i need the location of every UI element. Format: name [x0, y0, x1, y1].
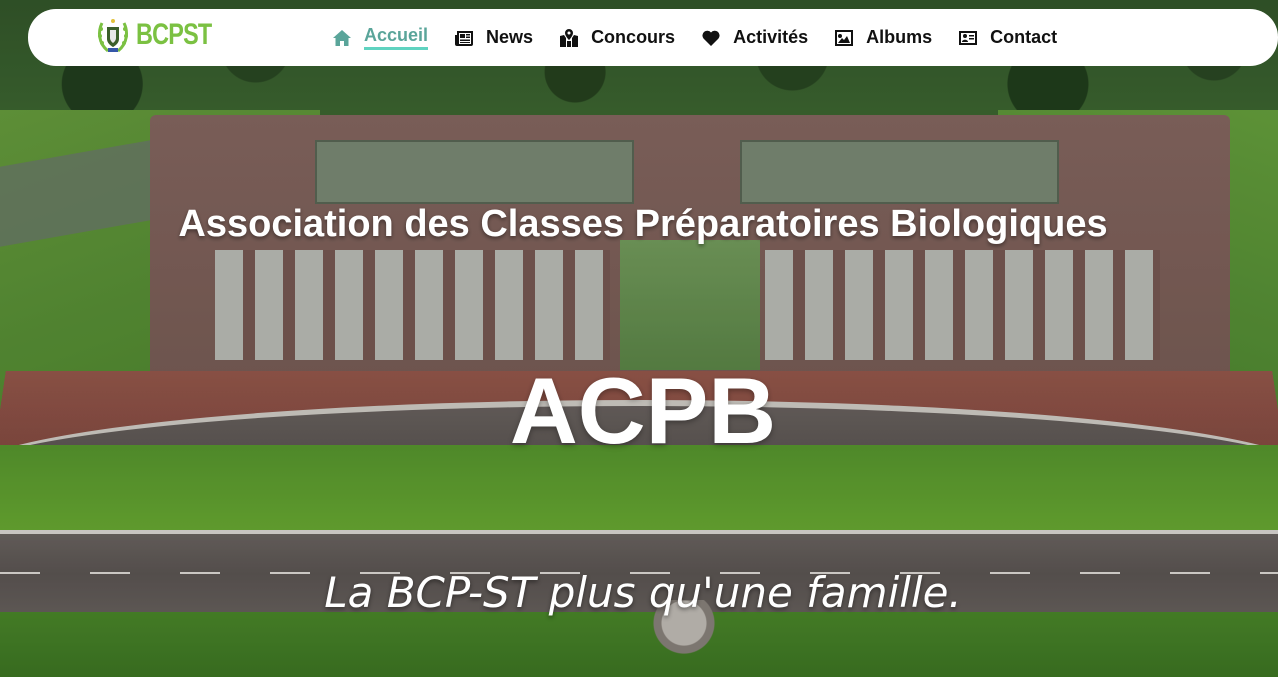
- nav-item-concours[interactable]: Concours: [559, 27, 675, 48]
- site-logo[interactable]: BCPST: [96, 15, 233, 55]
- navbar: BCPST Accueil News Concours Activités Al…: [28, 9, 1278, 66]
- heart-icon: [702, 30, 720, 46]
- hero-tagline: La BCP-ST plus qu'une famille.: [324, 568, 962, 617]
- logo-text: BCPST: [136, 18, 212, 51]
- nav-item-accueil[interactable]: Accueil: [332, 25, 429, 50]
- nav-label-albums: Albums: [866, 27, 933, 47]
- newspaper-icon: [455, 30, 474, 46]
- nav-label-concours: Concours: [591, 27, 676, 47]
- nav-label-activites: Activités: [733, 27, 809, 47]
- hero-title: ACPB: [509, 358, 777, 463]
- nav-item-activites[interactable]: Activités: [701, 27, 808, 48]
- nav-label-contact: Contact: [990, 27, 1058, 47]
- main-menu: Accueil News Concours Activités Albums C…: [332, 9, 1057, 66]
- nav-item-albums[interactable]: Albums: [834, 27, 932, 48]
- map-location-icon: [560, 28, 579, 47]
- nav-label-news: News: [486, 27, 534, 47]
- hero-subtitle: Association des Classes Préparatoires Bi…: [178, 203, 1108, 245]
- nav-item-contact[interactable]: Contact: [958, 27, 1057, 48]
- home-icon: [333, 29, 351, 46]
- image-icon: [835, 29, 854, 46]
- id-card-icon: [959, 30, 978, 45]
- nav-item-news[interactable]: News: [454, 27, 533, 48]
- nav-label-accueil: Accueil: [364, 25, 429, 50]
- laurel-shield-emblem-icon: [96, 15, 130, 55]
